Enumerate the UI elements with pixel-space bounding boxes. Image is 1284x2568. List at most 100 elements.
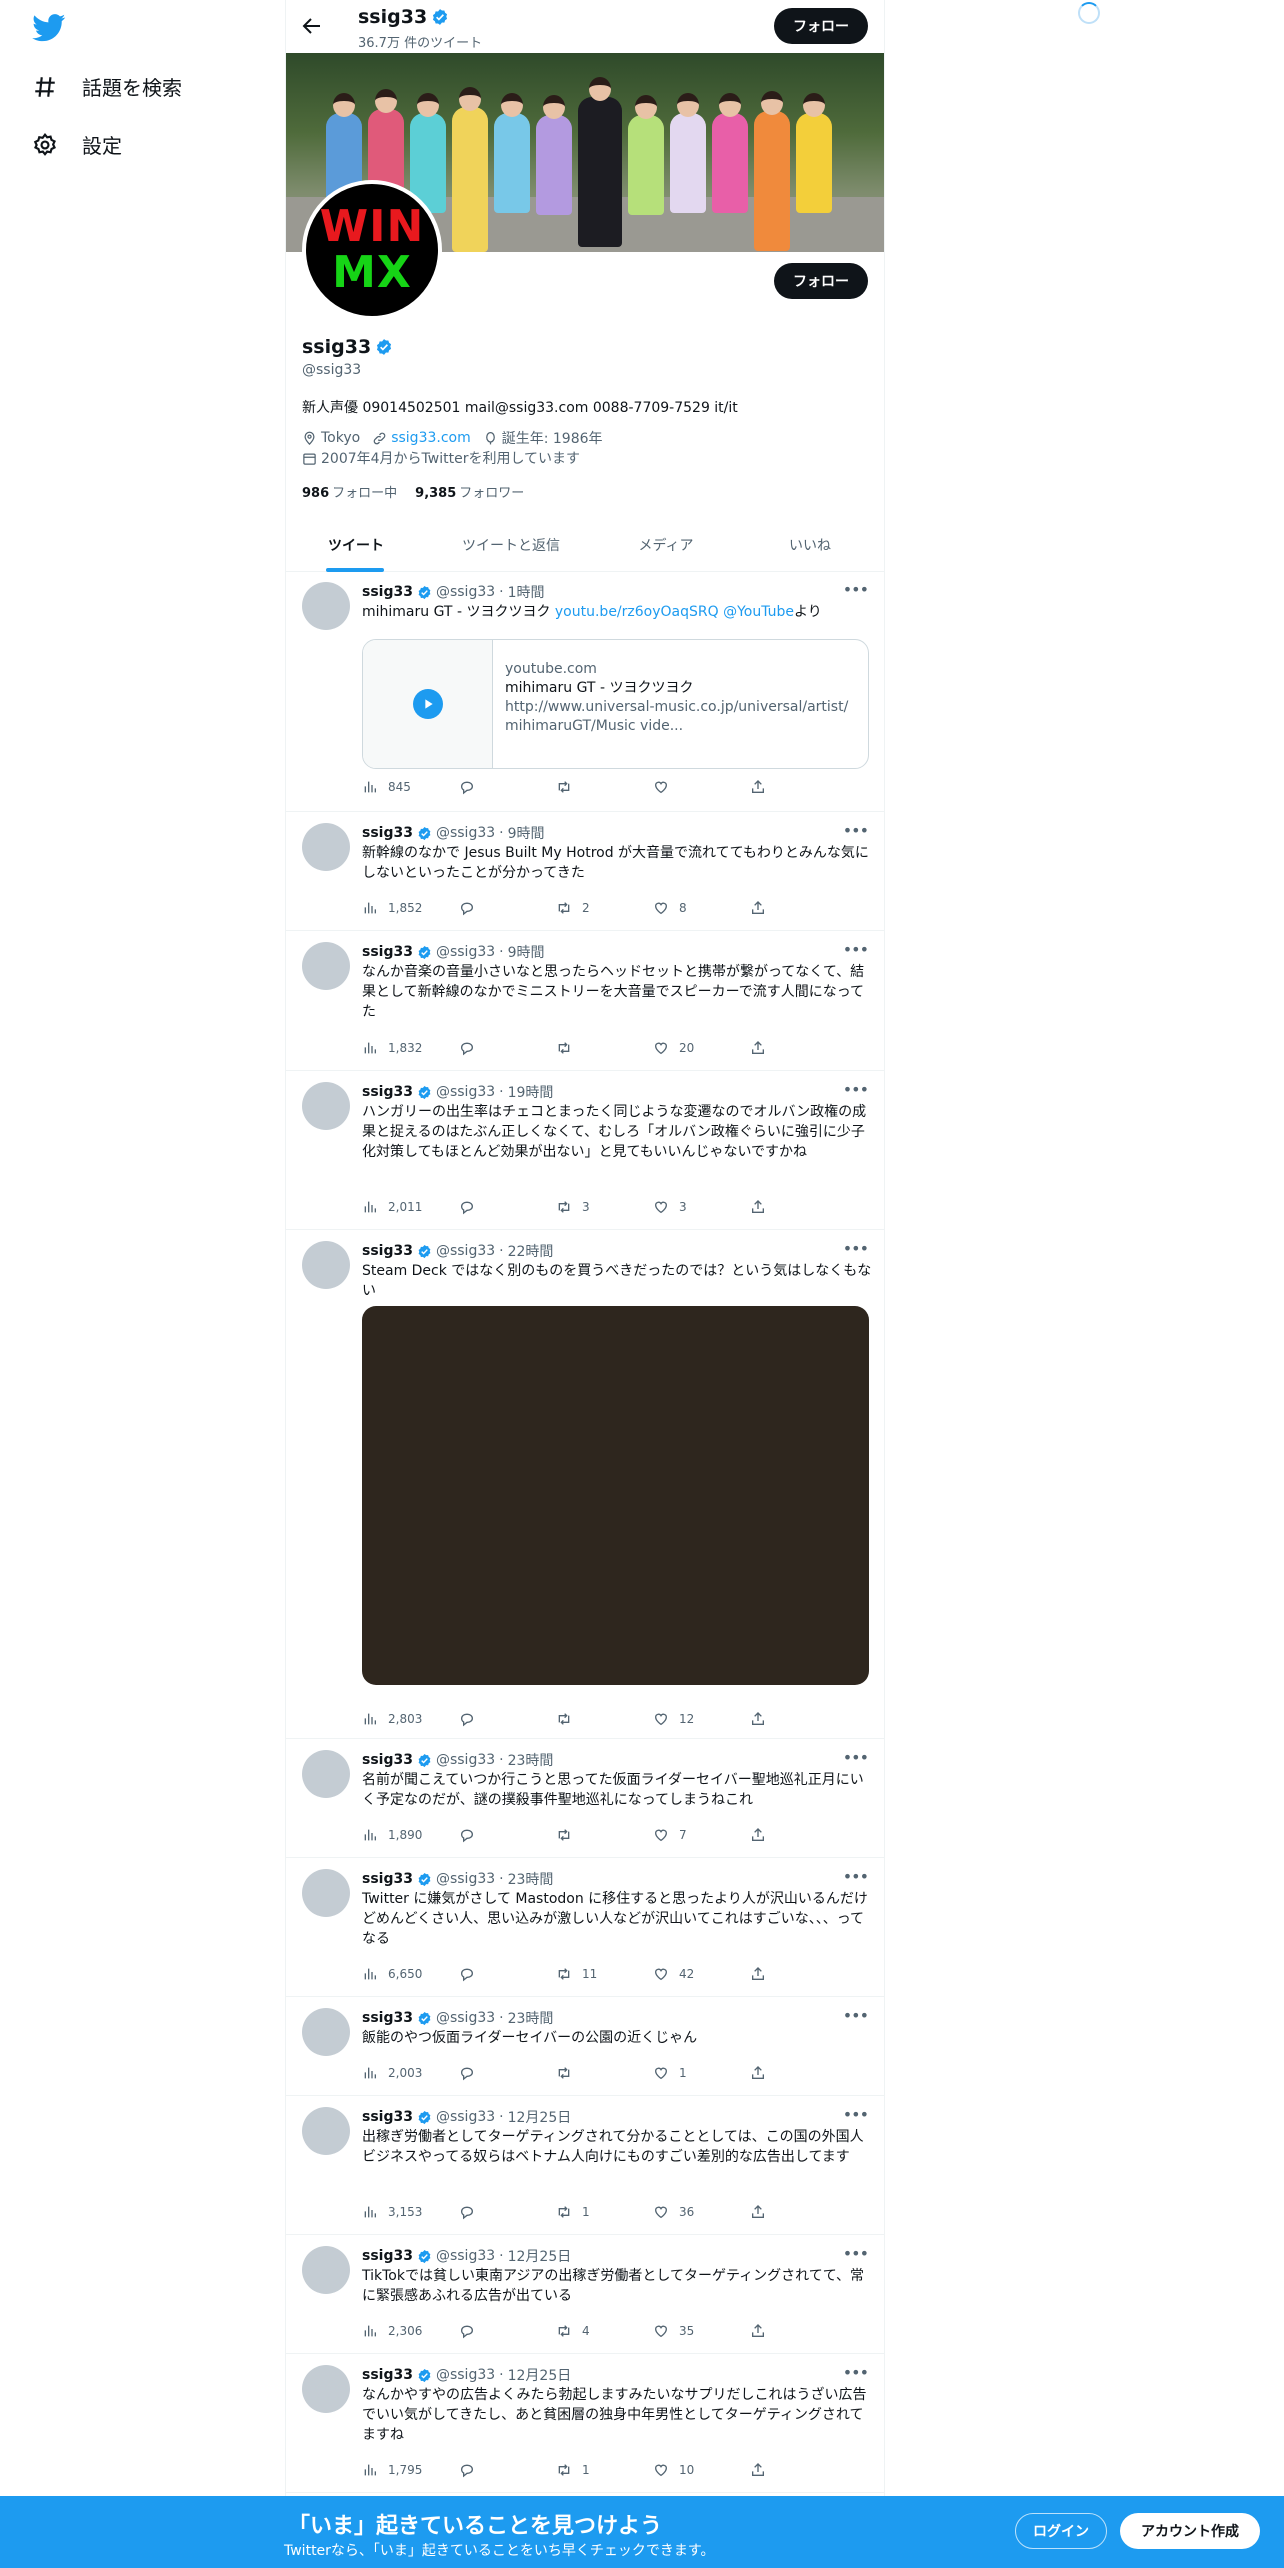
views-button[interactable]: 1,832 bbox=[362, 1040, 459, 1056]
reply-button[interactable] bbox=[459, 1711, 556, 1727]
signup-button[interactable]: アカウント作成 bbox=[1120, 2513, 1260, 2549]
more-options-icon[interactable]: ••• bbox=[843, 2363, 869, 2382]
reply-button[interactable] bbox=[459, 2204, 556, 2220]
more-options-icon[interactable]: ••• bbox=[843, 1867, 869, 1886]
tweet-time[interactable]: 23時間 bbox=[508, 1869, 554, 1889]
like-button[interactable]: 20 bbox=[653, 1040, 750, 1056]
tweet-author-name[interactable]: ssig33 bbox=[362, 1243, 413, 1259]
profile-website[interactable]: ssig33.com bbox=[372, 430, 471, 446]
tweet-avatar[interactable] bbox=[302, 1082, 350, 1130]
share-button[interactable] bbox=[750, 2065, 780, 2081]
tweet-time[interactable]: 12月25日 bbox=[508, 2107, 572, 2127]
like-button[interactable]: 42 bbox=[653, 1966, 750, 1982]
share-button[interactable] bbox=[750, 1966, 780, 1982]
reply-button[interactable] bbox=[459, 1827, 556, 1843]
share-button[interactable] bbox=[750, 1040, 780, 1056]
reply-button[interactable] bbox=[459, 2462, 556, 2478]
nav-explore[interactable]: 話題を検索 bbox=[32, 72, 182, 101]
reply-button[interactable] bbox=[459, 779, 556, 795]
tweet-avatar[interactable] bbox=[302, 2246, 350, 2294]
tweet-avatar[interactable] bbox=[302, 1750, 350, 1798]
more-options-icon[interactable]: ••• bbox=[843, 940, 869, 959]
retweet-button[interactable]: 3 bbox=[556, 1199, 653, 1215]
tweet-author-name[interactable]: ssig33 bbox=[362, 1752, 413, 1768]
link-card[interactable]: youtube.com mihimaru GT - ツヨクツヨク http://… bbox=[362, 639, 869, 769]
retweet-button[interactable] bbox=[556, 1827, 653, 1843]
tweet[interactable]: ssig33 @ssig33 · 23時間 ••• 名前が聞こえていつか行こうと… bbox=[286, 1740, 884, 1858]
back-arrow-icon[interactable] bbox=[300, 14, 324, 38]
views-button[interactable]: 845 bbox=[362, 779, 459, 795]
tweet-media-image[interactable] bbox=[362, 1306, 869, 1685]
tweet-time[interactable]: 12月25日 bbox=[508, 2365, 572, 2385]
tweet-avatar[interactable] bbox=[302, 823, 350, 871]
login-button[interactable]: ログイン bbox=[1015, 2513, 1107, 2549]
retweet-button[interactable] bbox=[556, 779, 653, 795]
like-button[interactable]: 10 bbox=[653, 2462, 750, 2478]
views-button[interactable]: 2,011 bbox=[362, 1199, 459, 1215]
views-button[interactable]: 2,003 bbox=[362, 2065, 459, 2081]
share-button[interactable] bbox=[750, 2462, 780, 2478]
tweet-author-name[interactable]: ssig33 bbox=[362, 2248, 413, 2264]
retweet-button[interactable]: 1 bbox=[556, 2462, 653, 2478]
share-button[interactable] bbox=[750, 1199, 780, 1215]
tweet-author-name[interactable]: ssig33 bbox=[362, 2109, 413, 2125]
tweet[interactable]: ssig33 @ssig33 · 23時間 ••• Twitter に嫌気がさし… bbox=[286, 1859, 884, 1997]
tweet-author-name[interactable]: ssig33 bbox=[362, 2010, 413, 2026]
more-options-icon[interactable]: ••• bbox=[843, 580, 869, 599]
views-button[interactable]: 3,153 bbox=[362, 2204, 459, 2220]
tweet-time[interactable]: 23時間 bbox=[508, 2008, 554, 2028]
tweet-avatar[interactable] bbox=[302, 2365, 350, 2413]
tweet-avatar[interactable] bbox=[302, 1869, 350, 1917]
retweet-button[interactable]: 1 bbox=[556, 2204, 653, 2220]
tweet[interactable]: ssig33 @ssig33 · 12月25日 ••• TikTokでは貧しい東… bbox=[286, 2236, 884, 2354]
more-options-icon[interactable]: ••• bbox=[843, 1748, 869, 1767]
tweet-author-name[interactable]: ssig33 bbox=[362, 584, 413, 600]
share-button[interactable] bbox=[750, 900, 780, 916]
retweet-button[interactable] bbox=[556, 2065, 653, 2081]
more-options-icon[interactable]: ••• bbox=[843, 1239, 869, 1258]
share-button[interactable] bbox=[750, 1827, 780, 1843]
retweet-button[interactable] bbox=[556, 1040, 653, 1056]
following-link[interactable]: 986 フォロー中 bbox=[302, 482, 397, 501]
tweet-avatar[interactable] bbox=[302, 2107, 350, 2155]
tweet[interactable]: ssig33 @ssig33 · 1時間 ••• mihimaru GT - ツ… bbox=[286, 572, 884, 812]
tweet-time[interactable]: 1時間 bbox=[508, 582, 545, 602]
tweet-author-name[interactable]: ssig33 bbox=[362, 2367, 413, 2383]
tweet-mention[interactable]: @YouTube bbox=[723, 604, 794, 620]
like-button[interactable]: 8 bbox=[653, 900, 750, 916]
views-button[interactable]: 1,795 bbox=[362, 2462, 459, 2478]
nav-settings[interactable]: 設定 bbox=[32, 130, 122, 159]
tweet-time[interactable]: 19時間 bbox=[508, 1082, 554, 1102]
tweet[interactable]: ssig33 @ssig33 · 9時間 ••• なんか音楽の音量小さいなと思っ… bbox=[286, 932, 884, 1071]
tweet[interactable]: ssig33 @ssig33 · 9時間 ••• 新幹線のなかで Jesus B… bbox=[286, 813, 884, 931]
like-button[interactable]: 35 bbox=[653, 2323, 750, 2339]
tab-tweets[interactable]: ツイート bbox=[286, 518, 426, 572]
tweet-avatar[interactable] bbox=[302, 2008, 350, 2056]
tweet-author-name[interactable]: ssig33 bbox=[362, 944, 413, 960]
views-button[interactable]: 6,650 bbox=[362, 1966, 459, 1982]
like-button[interactable]: 36 bbox=[653, 2204, 750, 2220]
profile-follow-button[interactable]: フォロー bbox=[774, 263, 868, 299]
tweet-time[interactable]: 9時間 bbox=[508, 823, 545, 843]
followers-link[interactable]: 9,385 フォロワー bbox=[415, 482, 524, 501]
more-options-icon[interactable]: ••• bbox=[843, 821, 869, 840]
header-follow-button[interactable]: フォロー bbox=[774, 8, 868, 44]
tweet-link[interactable]: youtu.be/rz6oyOaqSRQ bbox=[555, 604, 719, 620]
twitter-logo-icon[interactable] bbox=[32, 14, 66, 42]
tweet[interactable]: ssig33 @ssig33 · 23時間 ••• 飯能のやつ仮面ライダーセイバ… bbox=[286, 1998, 884, 2096]
share-button[interactable] bbox=[750, 2323, 780, 2339]
tweet-author-name[interactable]: ssig33 bbox=[362, 825, 413, 841]
share-button[interactable] bbox=[750, 779, 780, 795]
profile-avatar[interactable]: WIN MX bbox=[302, 180, 442, 320]
profile-website-link[interactable]: ssig33.com bbox=[391, 430, 471, 446]
views-button[interactable]: 2,803 bbox=[362, 1711, 459, 1727]
more-options-icon[interactable]: ••• bbox=[843, 2006, 869, 2025]
tweet-time[interactable]: 22時間 bbox=[508, 1241, 554, 1261]
like-button[interactable]: 3 bbox=[653, 1199, 750, 1215]
reply-button[interactable] bbox=[459, 1199, 556, 1215]
share-button[interactable] bbox=[750, 1711, 780, 1727]
reply-button[interactable] bbox=[459, 1040, 556, 1056]
tab-media[interactable]: メディア bbox=[596, 518, 736, 572]
tweet-avatar[interactable] bbox=[302, 582, 350, 630]
like-button[interactable]: 7 bbox=[653, 1827, 750, 1843]
